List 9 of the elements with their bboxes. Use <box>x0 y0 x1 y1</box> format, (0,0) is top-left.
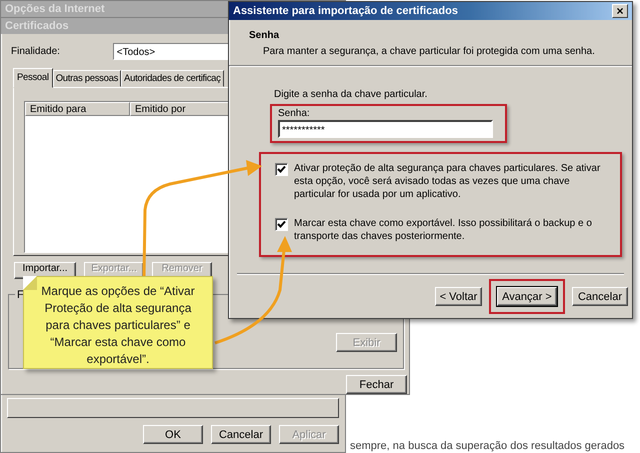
option-text: Marcar esta chave como exportável. Isso possibilitará o backup e o transporte das chaves posteriormente. <box>294 217 593 243</box>
section-subtitle: Para manter a segurança, a chave particular foi protegida com uma senha. <box>262 46 596 57</box>
password-prompt: Digite a senha da chave particular. <box>274 89 428 100</box>
page-text: sempre, na busca da superação dos resultados gerados <box>350 440 625 452</box>
group-label: F <box>16 288 25 301</box>
password-label: Senha: <box>278 108 311 119</box>
option-text: Ativar proteção de alta segurança para chaves particulares. Se ativar esta opção, você será avisado todas as vezes que uma chave particular for usada por um aplicativo. <box>294 162 602 201</box>
purpose-label: Finalidade: <box>11 46 61 57</box>
callout-text: Marque as opções de “Ativar Proteção de alta segurança para chaves particulares” e “Marcar esta chave como exportável”. <box>40 283 196 368</box>
